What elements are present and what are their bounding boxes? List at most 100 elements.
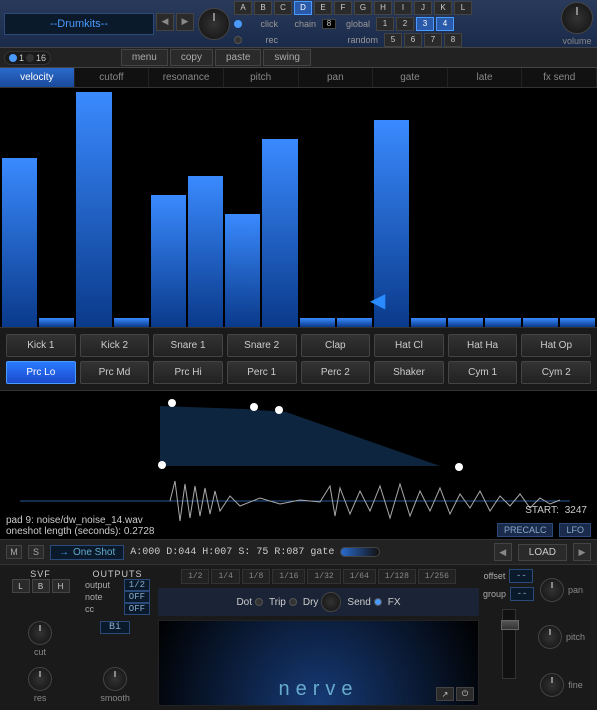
load-button[interactable]: LOAD: [518, 544, 567, 561]
play-mode-display[interactable]: → One Shot: [50, 545, 124, 560]
cutoff-knob[interactable]: [28, 621, 52, 645]
sequencer-area[interactable]: ◀: [0, 88, 597, 328]
seq-step-13[interactable]: [448, 318, 483, 327]
pattern-2-button[interactable]: 2: [396, 17, 414, 31]
chain-value[interactable]: 8: [322, 19, 336, 29]
click-radio[interactable]: [234, 20, 242, 28]
fine-knob[interactable]: [540, 673, 564, 697]
volume-knob[interactable]: [561, 2, 593, 34]
seq-step-15[interactable]: [523, 318, 558, 327]
tab-pan[interactable]: pan: [299, 68, 374, 87]
seq-step-9[interactable]: [300, 318, 335, 327]
seq-step-3[interactable]: [76, 92, 111, 327]
mute-button[interactable]: M: [6, 545, 22, 559]
menu-button[interactable]: menu: [121, 49, 168, 66]
division-1-128[interactable]: 1/128: [378, 569, 416, 584]
seq-step-2[interactable]: [39, 318, 74, 327]
pad-prc-hi[interactable]: Prc Hi: [153, 361, 223, 384]
env-handle-5[interactable]: [455, 463, 463, 471]
pad-prc-md[interactable]: Prc Md: [80, 361, 150, 384]
division-1-4[interactable]: 1/4: [211, 569, 239, 584]
top-knob[interactable]: [198, 8, 230, 40]
pattern-i-button[interactable]: I: [394, 1, 412, 15]
pad-cym-2[interactable]: Cym 2: [521, 361, 591, 384]
precalc-button[interactable]: PRECALC: [497, 523, 554, 537]
pattern-8-button[interactable]: 8: [444, 33, 462, 47]
seq-step-4[interactable]: [114, 318, 149, 327]
pattern-k-button[interactable]: K: [434, 1, 452, 15]
pan-knob[interactable]: [540, 578, 564, 602]
pad-snare-2[interactable]: Snare 2: [227, 334, 297, 357]
division-1-64[interactable]: 1/64: [343, 569, 376, 584]
solo-button[interactable]: S: [28, 545, 44, 559]
pattern-3-button[interactable]: 3: [416, 17, 434, 31]
pad-cym-1[interactable]: Cym 1: [448, 361, 518, 384]
seq-step-8[interactable]: [262, 139, 297, 327]
tab-late[interactable]: late: [448, 68, 523, 87]
pattern-4-button[interactable]: 4: [436, 17, 454, 31]
preset-display[interactable]: --Drumkits--: [4, 13, 154, 35]
preset-prev-button[interactable]: ◀: [156, 13, 174, 31]
pattern-h-button[interactable]: H: [374, 1, 392, 15]
waveform-area[interactable]: START: 3247 pad 9: noise/dw_noise_14.wav…: [0, 390, 597, 540]
pattern-c-button[interactable]: C: [274, 1, 292, 15]
cc-value[interactable]: OFF: [124, 603, 150, 615]
group-value[interactable]: --: [510, 587, 534, 601]
dot-toggle[interactable]: [255, 598, 263, 606]
division-1-32[interactable]: 1/32: [307, 569, 340, 584]
pattern-b-button[interactable]: B: [254, 1, 272, 15]
division-1-8[interactable]: 1/8: [242, 569, 270, 584]
pattern-d-button[interactable]: D: [294, 1, 312, 15]
rec-radio[interactable]: [234, 36, 242, 44]
tab-velocity[interactable]: velocity: [0, 68, 75, 87]
power-icon[interactable]: ⏻: [456, 687, 474, 701]
seq-step-16[interactable]: [560, 318, 595, 327]
pad-kick-1[interactable]: Kick 1: [6, 334, 76, 357]
pattern-f-button[interactable]: F: [334, 1, 352, 15]
smooth-knob[interactable]: [103, 667, 127, 691]
pattern-j-button[interactable]: J: [414, 1, 432, 15]
env-handle-4[interactable]: [275, 406, 283, 414]
tab-pitch[interactable]: pitch: [224, 68, 299, 87]
pad-hat-op[interactable]: Hat Op: [521, 334, 591, 357]
attack-value[interactable]: A:000: [130, 547, 160, 558]
env-handle-3[interactable]: [250, 403, 258, 411]
filter-b-button[interactable]: B: [32, 579, 50, 593]
seq-step-7[interactable]: [225, 214, 260, 327]
division-1-16[interactable]: 1/16: [272, 569, 305, 584]
output-value[interactable]: 1/2: [124, 579, 150, 591]
filter-l-button[interactable]: L: [12, 579, 30, 593]
pad-perc-2[interactable]: Perc 2: [301, 361, 371, 384]
dry-knob[interactable]: [321, 592, 341, 612]
pattern-7-button[interactable]: 7: [424, 33, 442, 47]
lfo-button[interactable]: LFO: [559, 523, 591, 537]
copy-button[interactable]: copy: [170, 49, 213, 66]
pattern-5-button[interactable]: 5: [384, 33, 402, 47]
pad-kick-2[interactable]: Kick 2: [80, 334, 150, 357]
pad-snare-1[interactable]: Snare 1: [153, 334, 223, 357]
pattern-l-button[interactable]: L: [454, 1, 472, 15]
offset-value[interactable]: --: [509, 569, 533, 583]
pad-shaker[interactable]: Shaker: [374, 361, 444, 384]
gate-slider[interactable]: [340, 547, 380, 557]
tab-fx-send[interactable]: fx send: [522, 68, 597, 87]
load-prev-button[interactable]: ◀: [494, 543, 512, 561]
preset-next-button[interactable]: ▶: [176, 13, 194, 31]
release-value[interactable]: R:087: [274, 547, 304, 558]
pad-hat-ha[interactable]: Hat Ha: [448, 334, 518, 357]
seq-step-6[interactable]: [188, 176, 223, 327]
pad-prc-lo[interactable]: Prc Lo: [6, 361, 76, 384]
pad-clap[interactable]: Clap: [301, 334, 371, 357]
paste-button[interactable]: paste: [215, 49, 261, 66]
sustain-value[interactable]: S: 75: [238, 547, 268, 558]
send-toggle[interactable]: [374, 598, 382, 606]
seq-step-5[interactable]: [151, 195, 186, 327]
seq-step-12[interactable]: [411, 318, 446, 327]
pattern-e-button[interactable]: E: [314, 1, 332, 15]
pattern-g-button[interactable]: G: [354, 1, 372, 15]
env-handle-2[interactable]: [168, 399, 176, 407]
note-value[interactable]: OFF: [124, 591, 150, 603]
pad-perc-1[interactable]: Perc 1: [227, 361, 297, 384]
seq-step-10[interactable]: [337, 318, 372, 327]
fader-handle[interactable]: [501, 620, 519, 630]
